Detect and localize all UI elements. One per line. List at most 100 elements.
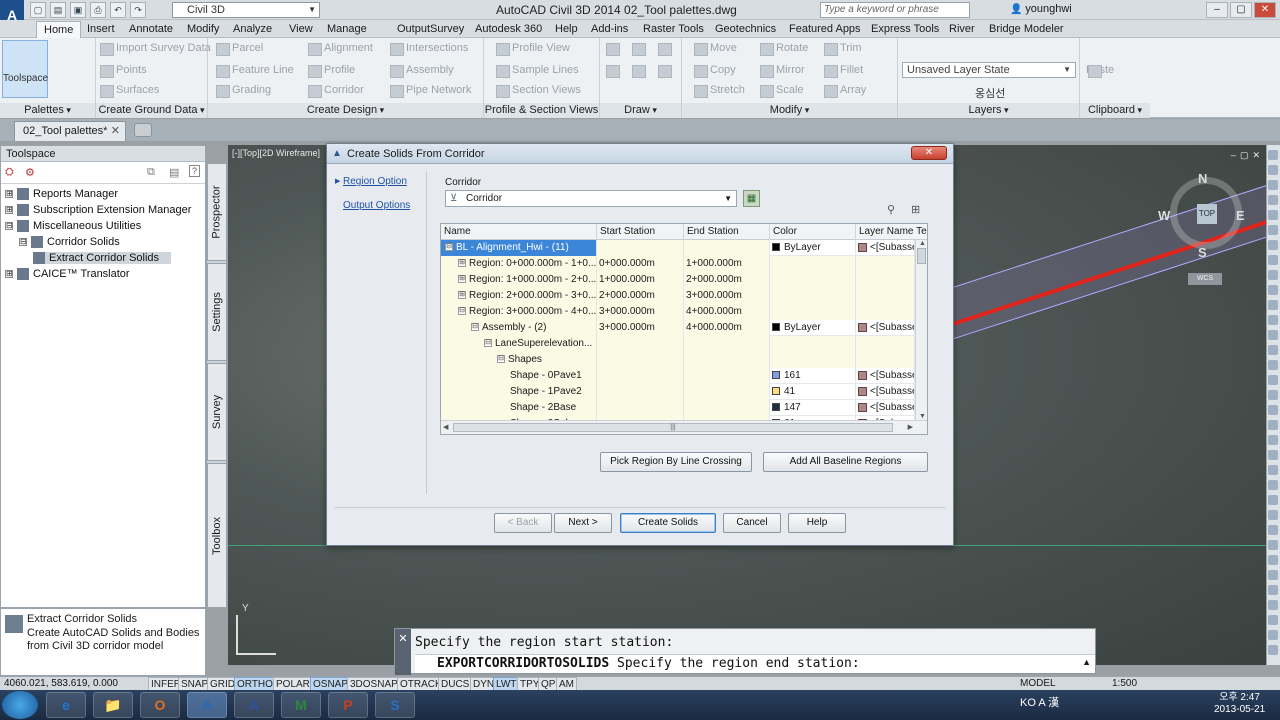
scroll-up-icon[interactable]: ▲ bbox=[919, 240, 926, 247]
status-toggle-lwt[interactable]: LWT bbox=[493, 677, 520, 691]
cell-layer-name[interactable] bbox=[856, 336, 915, 352]
panel-title[interactable]: Create Design bbox=[208, 103, 483, 118]
intersections-button[interactable]: Intersections bbox=[388, 42, 468, 56]
cell-start-station[interactable]: 1+000.000m bbox=[597, 272, 684, 288]
cell-color[interactable] bbox=[770, 336, 856, 352]
pick-region-button[interactable]: Pick Region By Line Crossing bbox=[600, 452, 752, 472]
cell-name[interactable]: ⊞ Region: 2+000.000m - 3+0... bbox=[441, 288, 597, 304]
feature-line-button[interactable]: Feature Line bbox=[214, 64, 294, 78]
compass-west[interactable]: W bbox=[1158, 208, 1170, 223]
tab-bridge-modeler[interactable]: Bridge Modeler bbox=[982, 21, 1071, 37]
tab-featured-apps[interactable]: Featured Apps bbox=[782, 21, 868, 37]
tab-insert[interactable]: Insert bbox=[80, 21, 122, 37]
command-input[interactable]: EXPORTCORRIDORTOSOLIDS Specify the regio… bbox=[415, 654, 1095, 673]
next-button[interactable]: Next > bbox=[554, 513, 612, 533]
tool-icon[interactable] bbox=[1268, 540, 1278, 550]
new-icon[interactable]: ▢ bbox=[30, 2, 46, 18]
scroll-down-icon[interactable]: ▼ bbox=[919, 413, 926, 420]
grid-vscroll[interactable]: ▲ ▼ bbox=[915, 240, 927, 420]
expand-toggle-icon[interactable]: ⊞ bbox=[5, 206, 13, 215]
close-icon[interactable]: ✕ bbox=[911, 146, 947, 160]
cell-name[interactable]: ⊟ Region: 3+000.000m - 4+0... bbox=[441, 304, 597, 320]
taskbar-app[interactable]: O bbox=[140, 692, 180, 718]
cell-name[interactable]: ⊞ Region: 0+000.000m - 1+0... bbox=[441, 256, 597, 272]
cell-layer-name[interactable]: <[Subassem bbox=[856, 240, 915, 256]
cell-start-station[interactable] bbox=[597, 368, 684, 384]
tool-icon[interactable] bbox=[1268, 615, 1278, 625]
tool-icon[interactable] bbox=[1268, 465, 1278, 475]
panel-title[interactable]: Profile & Section Views bbox=[484, 103, 599, 118]
panel-title[interactable]: Layers bbox=[898, 103, 1079, 118]
tool-icon[interactable] bbox=[1268, 570, 1278, 580]
cell-end-station[interactable] bbox=[684, 336, 770, 352]
tab-geotechnics[interactable]: Geotechnics bbox=[708, 21, 783, 37]
cell-start-station[interactable] bbox=[597, 240, 684, 256]
table-row[interactable]: Shape - 0Pave1 161 <[Subassem bbox=[441, 368, 915, 384]
cell-color[interactable]: ByLayer bbox=[770, 320, 856, 336]
tool-icon[interactable] bbox=[1268, 375, 1278, 385]
undo-icon[interactable]: ↶ bbox=[110, 2, 126, 18]
tool-icon[interactable] bbox=[1268, 450, 1278, 460]
cell-end-station[interactable] bbox=[684, 384, 770, 400]
taskbar-app[interactable]: P bbox=[328, 692, 368, 718]
tool-icon[interactable] bbox=[1268, 405, 1278, 415]
close-icon[interactable]: ✕ bbox=[1254, 2, 1276, 18]
tool-icon[interactable] bbox=[1268, 480, 1278, 490]
cell-color[interactable] bbox=[770, 352, 856, 368]
cell-end-station[interactable] bbox=[684, 400, 770, 416]
minimize-icon[interactable]: – bbox=[1206, 2, 1228, 18]
tool-icon[interactable] bbox=[1268, 270, 1278, 280]
tree-item-reports-manager[interactable]: ⊞ Reports Manager bbox=[5, 188, 118, 201]
import-survey-button[interactable]: Import Survey Data bbox=[98, 42, 211, 56]
expand-toggle-icon[interactable]: ⊟ bbox=[484, 339, 492, 348]
cell-end-station[interactable]: 4+000.000m bbox=[684, 320, 770, 336]
profile-view-button[interactable]: Profile View bbox=[494, 42, 570, 56]
table-row[interactable]: ⊟ LaneSuperelevation... bbox=[441, 336, 915, 352]
tab-autodesk-360[interactable]: Autodesk 360 bbox=[468, 21, 549, 37]
profile-button[interactable]: Profile bbox=[306, 64, 355, 78]
expand-toggle-icon[interactable]: ⊟ bbox=[19, 238, 27, 247]
cancel-button[interactable]: Cancel bbox=[723, 513, 781, 533]
cell-end-station[interactable]: 1+000.000m bbox=[684, 256, 770, 272]
cell-name[interactable]: ⊟ Assembly - (2) bbox=[441, 320, 597, 336]
pipe-network-button[interactable]: Pipe Network bbox=[388, 84, 471, 98]
close-icon[interactable]: ✕ bbox=[1252, 150, 1260, 161]
mirror-button[interactable]: Mirror bbox=[758, 64, 805, 78]
user-account[interactable]: younghwi bbox=[1010, 3, 1071, 15]
layer-state-dropdown[interactable]: Unsaved Layer State bbox=[902, 62, 1076, 78]
scroll-thumb[interactable]: ||| bbox=[453, 423, 893, 432]
help-button[interactable]: Help bbox=[788, 513, 846, 533]
close-icon[interactable]: ✕ bbox=[111, 122, 120, 140]
taskbar-app[interactable]: e bbox=[46, 692, 86, 718]
create-solids-button[interactable]: Create Solids bbox=[620, 513, 716, 533]
cell-color[interactable] bbox=[770, 256, 856, 272]
cell-end-station[interactable] bbox=[684, 368, 770, 384]
cell-name[interactable]: Shape - 2Base bbox=[441, 400, 597, 416]
expand-toggle-icon[interactable]: ⊟ bbox=[497, 355, 505, 364]
minimize-icon[interactable]: – bbox=[1231, 150, 1236, 161]
cell-end-station[interactable]: 2+000.000m bbox=[684, 272, 770, 288]
coordinate-readout[interactable]: 4060.021, 583.619, 0.000 bbox=[4, 678, 118, 689]
current-layer[interactable]: 옹심선 bbox=[975, 85, 1005, 101]
grid-hscroll[interactable]: ◀ ||| ▶ bbox=[441, 420, 927, 434]
table-row[interactable]: ⊞ Region: 2+000.000m - 3+0... 2+000.000m 3+… bbox=[441, 288, 915, 304]
tree-item-miscellaneous-utilities[interactable]: ⊟ Miscellaneous Utilities bbox=[5, 220, 141, 233]
maximize-icon[interactable]: ▢ bbox=[1230, 2, 1252, 18]
cell-name[interactable]: ⊟ BL - Alignment_Hwi - (11) bbox=[441, 240, 597, 256]
tool-icon[interactable] bbox=[1268, 285, 1278, 295]
pick-corridor-icon[interactable]: ▦ bbox=[743, 190, 760, 207]
cell-color[interactable]: 161 bbox=[770, 368, 856, 384]
tree-item-subscription-extension-manager[interactable]: ⊞ Subscription Extension Manager bbox=[5, 204, 191, 217]
tool-icon[interactable] bbox=[1268, 510, 1278, 520]
view-icon[interactable]: ▤ bbox=[169, 166, 179, 179]
table-row[interactable]: ⊟ Shapes bbox=[441, 352, 915, 368]
expand-toggle-icon[interactable]: ⊟ bbox=[445, 243, 453, 252]
compass-south[interactable]: S bbox=[1198, 245, 1207, 260]
panel-title[interactable]: Modify bbox=[682, 103, 897, 118]
add-all-baseline-regions-button[interactable]: Add All Baseline Regions bbox=[763, 452, 928, 472]
scroll-thumb[interactable] bbox=[917, 248, 926, 264]
cell-end-station[interactable] bbox=[684, 240, 770, 256]
assembly-button[interactable]: Assembly bbox=[388, 64, 454, 78]
move-button[interactable]: Move bbox=[692, 42, 737, 56]
tree-item-corridor-solids[interactable]: ⊟ Corridor Solids bbox=[19, 236, 120, 249]
